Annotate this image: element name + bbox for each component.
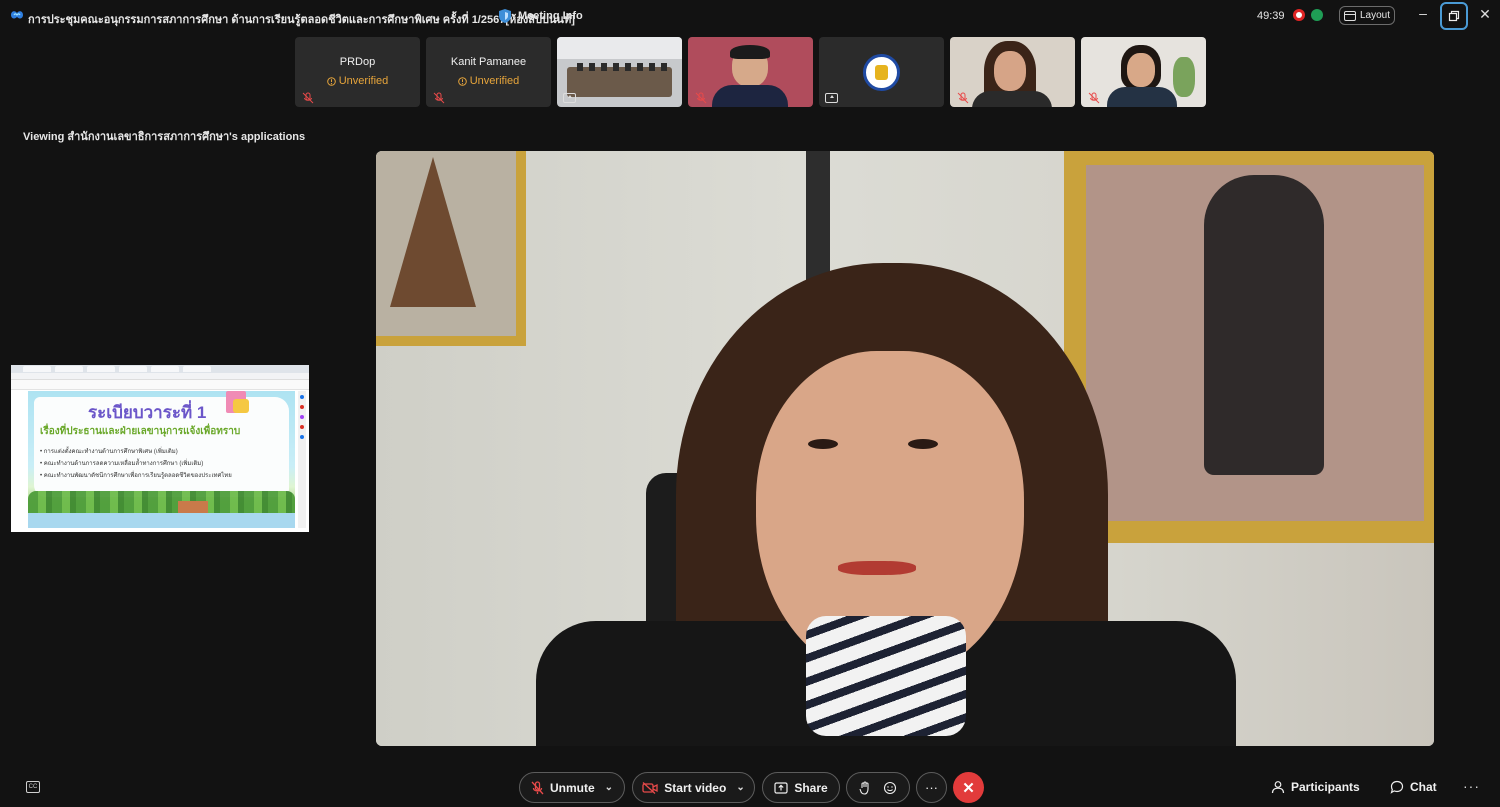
slide-landscape [28,491,295,513]
closed-captions-button[interactable]: CC [26,781,40,793]
chevron-down-icon[interactable]: ⌄ [605,782,613,793]
amulet [390,157,476,307]
participant-tile[interactable] [1081,37,1206,107]
clothes [1107,87,1177,107]
face [994,51,1026,91]
speaker-eye [908,439,938,449]
start-video-button[interactable]: Start video ⌄ [632,772,755,803]
participant-tile[interactable] [688,37,813,107]
participant-tile[interactable] [557,37,682,107]
restore-icon[interactable] [1440,2,1468,30]
participant-tile[interactable]: Kanit Pamanee Unverified [426,37,551,107]
suit [712,85,788,107]
viewing-label: Viewing สำนักงานเลขาธิการสภาการศึกษา's a… [23,131,306,143]
meeting-window: การประชุมคณะอนุกรรมการสภาการศึกษา ด้านกา… [0,0,1500,807]
meeting-timer: 49:39 [1257,10,1285,22]
leave-icon: ✕ [962,779,975,797]
mic-muted-icon [695,92,707,104]
unmute-label: Unmute [549,780,595,795]
verification-status: Unverified [295,75,420,87]
chat-icon [1390,780,1404,794]
start-video-label: Start video [664,780,727,795]
active-speaker-video[interactable] [376,151,1434,746]
face [1127,53,1155,87]
video-off-icon [642,781,658,794]
organization-logo [863,54,900,91]
framed-portrait [1064,151,1434,543]
shield-icon [499,9,511,23]
participant-name: Kanit Pamanee [450,56,527,68]
mic-muted-icon [531,780,544,794]
close-icon[interactable]: ✕ [1478,7,1492,21]
shared-screen-thumbnail[interactable]: ระเบียบวาระที่ 1 เรื่องที่ประธานและฝ่ายเ… [11,365,309,532]
presentation-slide: ระเบียบวาระที่ 1 เรื่องที่ประธานและฝ่ายเ… [28,391,295,528]
chevron-down-icon[interactable]: ⌄ [736,782,744,793]
speaker-eye [808,439,838,449]
browser-toolbar [11,380,309,390]
participants-label: Participants [1291,780,1360,794]
share-label: Share [794,780,828,795]
slide-house [178,501,208,513]
layout-button[interactable]: Layout [1339,6,1395,25]
more-icon: ··· [925,780,938,795]
slide-subtitle: เรื่องที่ประธานและฝ่ายเลขานุการแจ้งเพื่อ… [40,426,241,437]
speaker-lips [838,561,916,575]
minimize-icon[interactable]: – [1416,6,1430,22]
layout-icon [1343,10,1356,21]
slide-water [28,513,295,528]
share-button[interactable]: Share [762,772,840,803]
plant [1173,57,1195,97]
mic-muted-icon [957,92,969,104]
participant-name: PRDop [339,56,376,68]
more-icon[interactable]: ··· [1463,778,1480,794]
participants-button[interactable]: Participants [1271,780,1360,794]
warning-icon [457,76,467,86]
decoration [233,399,249,413]
mic-muted-icon [302,92,314,104]
slide-bullet: • การแต่งตั้งคณะทำงานด้านการศึกษาพิเศษ (… [40,449,178,455]
browser-side-panel [298,391,306,528]
mic-muted-icon [433,92,445,104]
share-icon [774,781,788,794]
reactions-group [846,772,910,803]
unmute-button[interactable]: Unmute ⌄ [519,772,625,803]
speaker-collar [806,616,966,736]
framed-amulet [376,151,526,346]
meeting-info-button[interactable]: Meeting Info [498,7,583,25]
leave-meeting-button[interactable]: ✕ [953,772,984,803]
record-icon[interactable] [1293,9,1305,21]
conference-table [567,67,672,97]
participants-icon [1271,781,1285,794]
participant-tile[interactable]: PRDop Unverified [295,37,420,107]
network-icon[interactable] [1311,9,1323,21]
mic-muted-icon [1088,92,1100,104]
participant-tile[interactable] [950,37,1075,107]
app-logo-icon [11,11,23,19]
browser-tabs [11,365,309,373]
layout-label: Layout [1359,10,1391,21]
title-bar: การประชุมคณะอนุกรรมการสภาการศึกษา ด้านกา… [0,0,1500,32]
hair [730,45,770,59]
portrait-figure [1204,175,1324,475]
meeting-title: การประชุมคณะอนุกรรมการสภาการศึกษา ด้านกา… [28,14,575,26]
slide-bullet: • คณะทำงานพัฒนาดัชนีการศึกษาเพื่อการเรีย… [40,473,232,479]
browser-address-bar [11,373,309,380]
chat-button[interactable]: Chat [1390,780,1437,794]
seated-people [577,63,667,71]
chat-label: Chat [1410,780,1437,794]
verification-status: Unverified [426,75,551,87]
slide-title: ระเบียบวาระที่ 1 [88,403,207,422]
meeting-info-label: Meeting Info [518,10,583,22]
reaction-icon[interactable] [883,781,897,795]
participant-tile[interactable] [819,37,944,107]
clothes [972,91,1052,107]
more-options-button[interactable]: ··· [916,772,947,803]
warning-icon [326,76,336,86]
share-icon [825,93,838,103]
raise-hand-icon[interactable] [859,780,871,795]
room-ceiling [557,37,682,59]
slide-bullet: • คณะทำงานด้านการลดความเหลื่อมล้ำทางการศ… [40,461,204,467]
share-icon [563,93,576,103]
